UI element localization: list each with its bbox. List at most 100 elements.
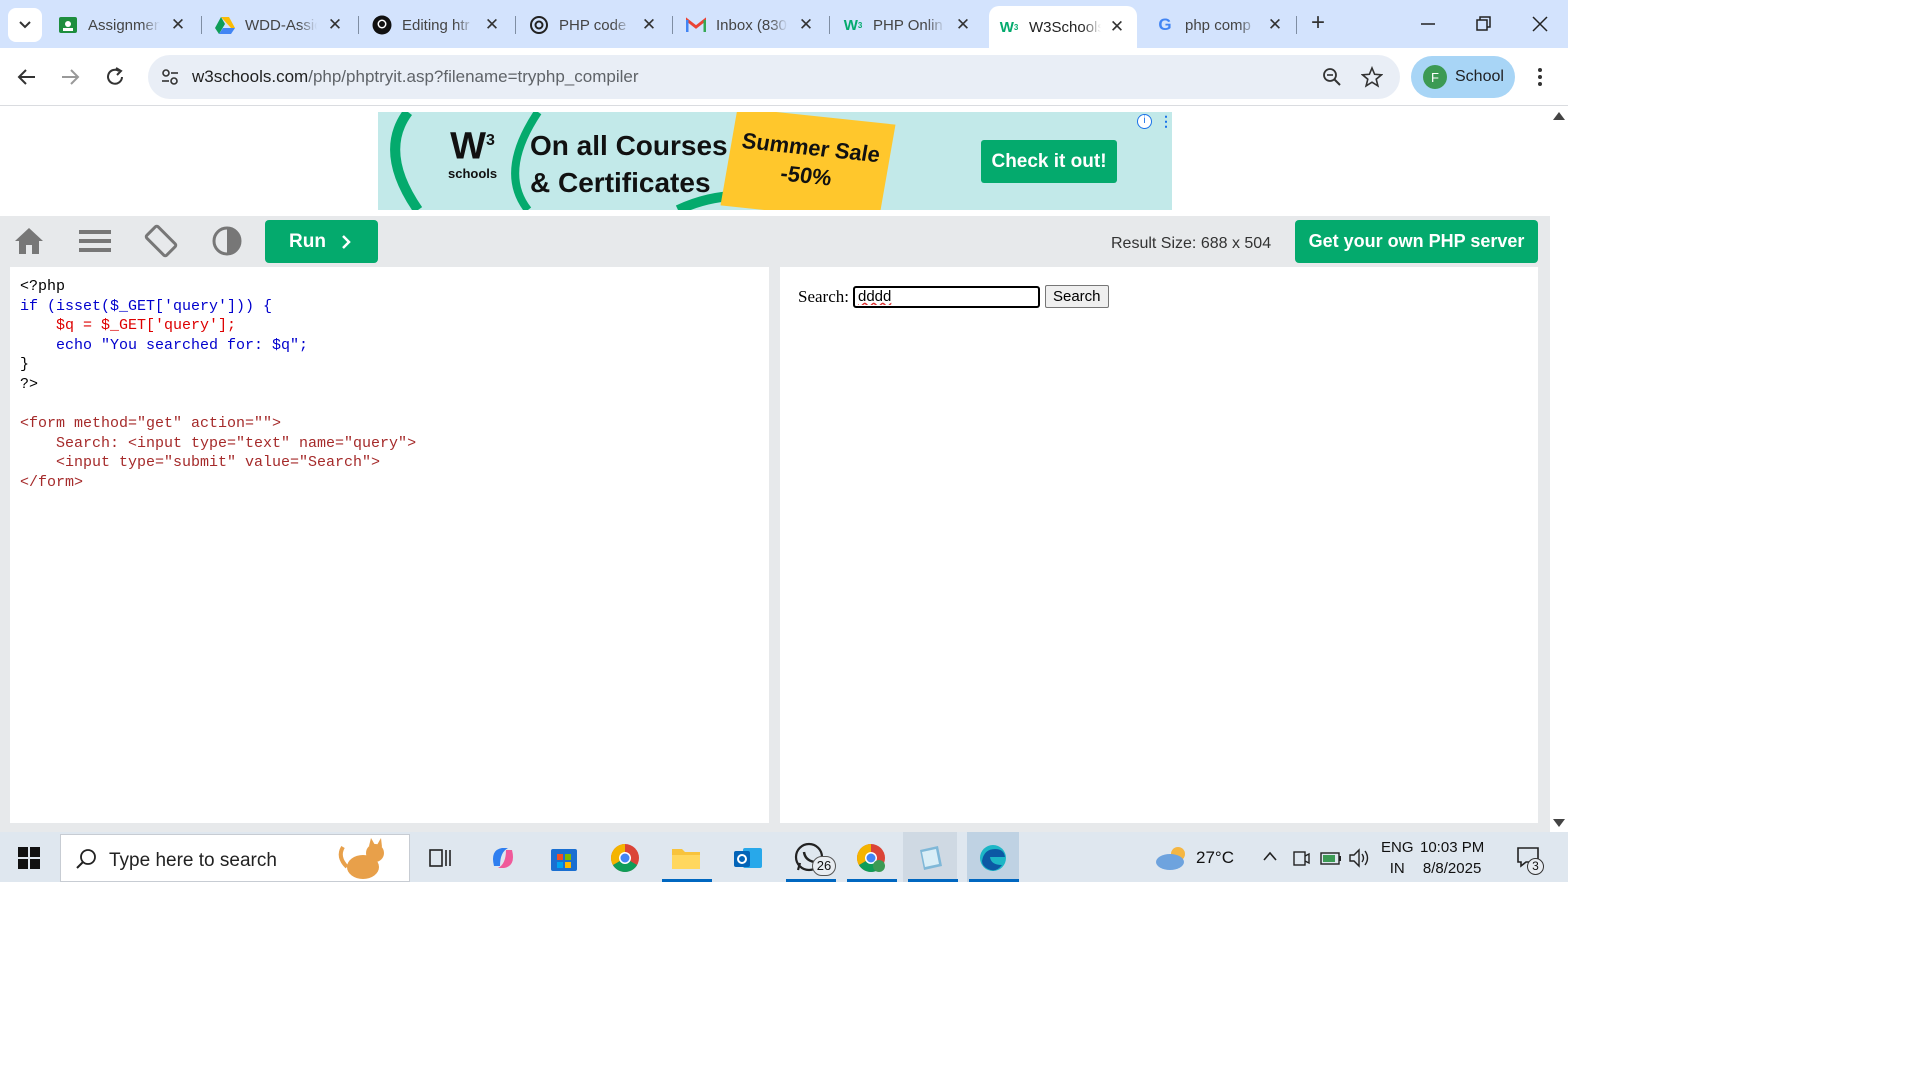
browser-tab-active[interactable]: W3 W3Schools ✕ — [989, 6, 1137, 48]
browser-tab[interactable]: PHP code ✕ — [529, 8, 657, 42]
sale-badge: Summer Sale -50% — [720, 112, 896, 210]
ad-banner[interactable]: W3 schools On all Courses & Certificates… — [378, 112, 1172, 210]
notepad-icon[interactable] — [913, 840, 949, 876]
close-icon[interactable]: ✕ — [1267, 16, 1283, 33]
browser-tab[interactable]: W3 PHP Onlin ✕ — [843, 8, 971, 42]
close-icon[interactable]: ✕ — [484, 16, 500, 33]
search-submit-button[interactable]: Search — [1044, 285, 1109, 308]
dark-mode-icon[interactable] — [210, 224, 244, 258]
tab-title: Inbox (830 — [716, 16, 787, 34]
profile-label: School — [1455, 68, 1504, 85]
browser-tab[interactable]: Assignmen ✕ — [58, 8, 186, 42]
result-frame: Search: Search — [780, 267, 1538, 823]
zoom-icon[interactable] — [1322, 67, 1342, 87]
volume-icon[interactable] — [1348, 848, 1370, 868]
profile-button[interactable]: F School — [1411, 56, 1515, 98]
run-label: Run — [289, 230, 326, 252]
code-line: } — [20, 356, 30, 374]
close-icon[interactable]: ✕ — [1109, 18, 1125, 35]
tab-title: Editing htr — [402, 16, 470, 34]
google-icon: G — [1158, 15, 1172, 34]
minimize-button[interactable] — [1418, 14, 1438, 34]
get-php-server-button[interactable]: Get your own PHP server — [1295, 220, 1538, 263]
system-clock[interactable]: 10:03 PM 8/8/2025 — [1420, 837, 1484, 879]
restore-button[interactable] — [1474, 14, 1494, 34]
battery-icon[interactable] — [1320, 849, 1342, 867]
windows-taskbar: Type here to search 26 27°C ENG IN 10:03… — [0, 832, 1568, 882]
search-label: Search: — [798, 286, 849, 306]
ad-info-icon[interactable]: i — [1137, 114, 1152, 129]
minimize-icon — [1421, 23, 1435, 25]
ad-options-icon[interactable]: ⋮ — [1159, 113, 1172, 130]
weather-temp[interactable]: 27°C — [1196, 848, 1234, 868]
outlook-icon[interactable] — [730, 840, 766, 876]
tab-search-button[interactable] — [8, 8, 42, 42]
page-scrollbar[interactable] — [1550, 106, 1568, 832]
chrome-profile-icon[interactable] — [853, 840, 889, 876]
browser-tab[interactable]: Editing htr ✕ — [372, 8, 500, 42]
copilot-icon[interactable] — [485, 840, 521, 876]
browser-tab[interactable]: Inbox (830 ✕ — [686, 8, 814, 42]
ad-area: W3 schools On all Courses & Certificates… — [0, 106, 1550, 216]
home-icon[interactable] — [12, 224, 46, 258]
w3schools-icon: W3 — [843, 16, 863, 34]
chevron-up-icon[interactable] — [1262, 850, 1278, 862]
url-host: w3schools.com — [192, 67, 309, 86]
tab-title: Assignmen — [88, 16, 160, 34]
code-line: </form> — [20, 473, 84, 491]
weather-cloud-icon[interactable] — [1154, 844, 1190, 872]
clock-date: 8/8/2025 — [1422, 860, 1482, 877]
google-drive-icon — [215, 15, 235, 35]
arrow-left-icon — [17, 69, 35, 85]
close-icon[interactable]: ✕ — [955, 16, 971, 33]
microsoft-store-icon[interactable] — [546, 840, 582, 876]
tab-title: php comp — [1185, 16, 1251, 34]
cat-illustration-icon — [338, 838, 384, 879]
code-content[interactable]: <?php if (isset($_GET['query'])) { $q = … — [20, 277, 416, 493]
close-icon[interactable]: ✕ — [798, 16, 814, 33]
task-view-icon[interactable] — [422, 840, 458, 876]
menu-icon[interactable] — [78, 224, 112, 258]
browser-tab[interactable]: G php comp ✕ — [1155, 8, 1283, 42]
windows-start-icon[interactable] — [18, 847, 40, 869]
query-input[interactable] — [852, 285, 1040, 308]
browser-tab[interactable]: WDD-Assic ✕ — [215, 8, 343, 42]
browser-toolbar: w3schools.com/php/phptryit.asp?filename=… — [0, 48, 1568, 106]
taskbar-search[interactable]: Type here to search — [60, 834, 410, 882]
rotate-orientation-icon[interactable] — [144, 224, 178, 258]
active-indicator — [908, 879, 958, 882]
clock-time: 10:03 PM — [1420, 839, 1485, 856]
chevron-right-icon — [342, 234, 351, 249]
reload-button[interactable] — [104, 66, 126, 93]
close-icon[interactable]: ✕ — [641, 16, 657, 33]
code-line: $q = $_GET['query']; — [20, 317, 237, 335]
lang-code: ENG — [1381, 839, 1414, 856]
meet-now-icon[interactable] — [1292, 849, 1310, 867]
close-icon[interactable]: ✕ — [170, 16, 186, 33]
github-icon — [372, 15, 392, 35]
code-editor[interactable]: <?php if (isset($_GET['query'])) { $q = … — [10, 267, 769, 823]
bookmark-star-icon[interactable] — [1361, 66, 1383, 88]
check-it-out-button[interactable]: Check it out! — [981, 140, 1117, 183]
scroll-down-icon[interactable] — [1553, 819, 1565, 827]
close-icon — [1532, 16, 1548, 32]
edge-icon[interactable] — [975, 840, 1011, 876]
address-bar[interactable]: w3schools.com/php/phptryit.asp?filename=… — [148, 55, 1400, 99]
file-explorer-icon[interactable] — [668, 840, 704, 876]
language-indicator[interactable]: ENG IN — [1381, 837, 1414, 879]
scroll-up-icon[interactable] — [1553, 112, 1565, 120]
forward-button[interactable] — [59, 66, 81, 93]
url-path: /php/phptryit.asp?filename=tryphp_compil… — [308, 67, 639, 86]
new-tab-button[interactable]: + — [1306, 11, 1330, 36]
search-icon — [76, 849, 96, 869]
chrome-icon[interactable] — [607, 840, 643, 876]
url-text[interactable]: w3schools.com/php/phptryit.asp?filename=… — [192, 67, 639, 87]
close-window-button[interactable] — [1530, 14, 1550, 34]
run-button[interactable]: Run — [265, 220, 378, 263]
browser-menu-button[interactable] — [1536, 66, 1544, 93]
back-button[interactable] — [16, 66, 38, 93]
browser-tab-strip: Assignmen ✕ WDD-Assic ✕ Editing htr ✕ PH… — [0, 0, 1568, 48]
active-indicator — [847, 879, 897, 882]
site-info-icon[interactable] — [160, 67, 180, 87]
close-icon[interactable]: ✕ — [327, 16, 343, 33]
